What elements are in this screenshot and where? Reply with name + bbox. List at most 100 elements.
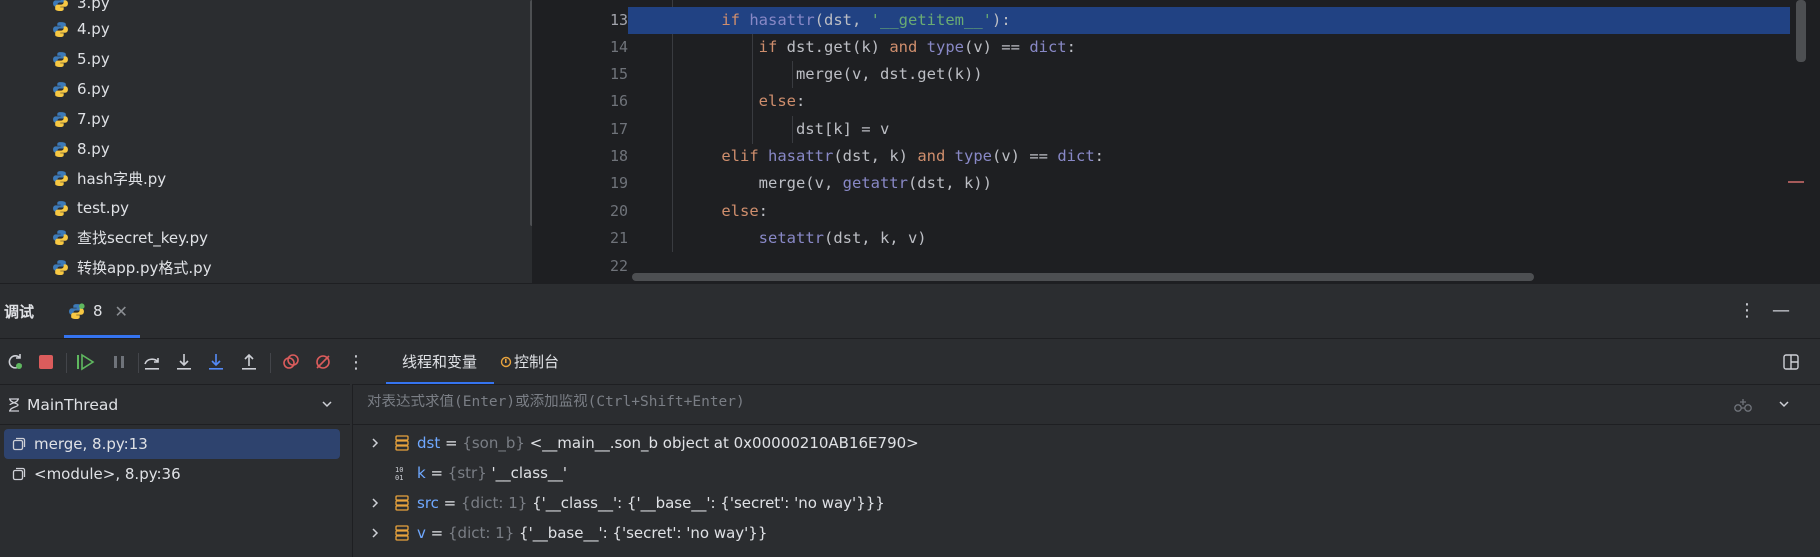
step-out-icon[interactable] [238, 351, 260, 373]
tree-item-8py[interactable]: 8.py [52, 134, 110, 164]
editor-horizontal-scrollbar[interactable] [632, 273, 1534, 281]
evaluate-bar [353, 385, 1820, 425]
mute-breakpoints-icon[interactable] [312, 351, 334, 373]
code-line-21[interactable]: setattr(dst, k, v) [628, 225, 1790, 252]
toolbar-separator [66, 353, 67, 373]
variable-equals: = [440, 434, 463, 452]
thread-selector[interactable]: MainThread [0, 385, 350, 425]
view-breakpoints-icon[interactable] [280, 351, 302, 373]
variable-equals: = [425, 524, 448, 542]
project-tree: 3.py 4.py 5.py 6.py 7.py 8.py hash字典.py [0, 0, 532, 283]
line-number: 20 [609, 202, 628, 220]
error-stripe-marker[interactable] [1788, 181, 1804, 183]
tree-item-4py[interactable]: 4.py [52, 14, 110, 44]
variable-name: v [417, 524, 426, 542]
pause-icon[interactable] [108, 351, 130, 373]
chevron-down-icon[interactable] [1777, 397, 1791, 411]
top-area: 3.py 4.py 5.py 6.py 7.py 8.py hash字典.py [0, 0, 1820, 283]
frame-item[interactable]: <module>, 8.py:36 [4, 459, 340, 489]
tree-item-6py[interactable]: 6.py [52, 74, 110, 104]
python-file-icon [53, 21, 68, 37]
frame-icon [12, 437, 26, 451]
tree-item-label: 7.py [77, 110, 110, 128]
python-file-icon [53, 51, 68, 67]
tree-item-secret-key[interactable]: 查找secret_key.py [52, 222, 208, 252]
debug-session-tab[interactable]: 8 ✕ [68, 294, 128, 328]
tree-item-label: test.py [77, 199, 129, 217]
tree-item-label: 6.py [77, 80, 110, 98]
tree-item-7py[interactable]: 7.py [52, 104, 110, 134]
tree-scrollbar[interactable] [530, 0, 532, 226]
python-file-icon [53, 170, 68, 186]
rerun-icon[interactable] [4, 351, 26, 373]
code-line-17[interactable]: dst[k] = v [628, 116, 1790, 143]
tab-console[interactable]: 控制台 [500, 351, 559, 372]
watch-glasses-icon[interactable] [1733, 397, 1753, 413]
code-line-15[interactable]: merge(v, dst.get(k)) [628, 61, 1790, 88]
code-line-18[interactable]: elif hasattr(dst, k) and type(v) == dict… [628, 143, 1790, 170]
line-number-gutter: 13 14 15 16 17 18 19 20 21 22 [544, 0, 628, 283]
resume-icon[interactable] [75, 351, 97, 373]
line-number: 22 [609, 257, 628, 275]
variable-text: src = {dict: 1} {'__class__': {'__base__… [417, 494, 885, 512]
object-icon [395, 435, 409, 451]
code-editor[interactable]: 13 14 15 16 17 18 19 20 21 22 if hasattr… [544, 0, 1820, 283]
variable-name: dst [417, 434, 441, 452]
code-line-20[interactable]: else: [628, 198, 1790, 225]
variable-type: {str} [447, 464, 487, 482]
python-file-icon [53, 81, 68, 97]
variable-equals: = [425, 464, 448, 482]
variable-type: {dict: 1} [461, 494, 528, 512]
variable-row-src[interactable]: src = {dict: 1} {'__class__': {'__base__… [353, 488, 1813, 518]
evaluate-expression-input[interactable] [367, 394, 1707, 410]
line-number: 13 [609, 11, 628, 29]
code-line-13[interactable]: if hasattr(dst, '__getitem__'): [628, 7, 1790, 34]
python-file-icon [53, 229, 68, 245]
session-tab-label: 8 [93, 302, 103, 320]
variable-text: dst = {son_b} <__main__.son_b object at … [417, 434, 919, 452]
frame-label: <module>, 8.py:36 [34, 465, 181, 483]
tree-item-label: 5.py [77, 50, 110, 68]
svg-text:10: 10 [395, 466, 403, 474]
close-icon[interactable]: ✕ [115, 302, 128, 321]
code-line-16[interactable]: else: [628, 88, 1790, 115]
line-number: 15 [609, 65, 628, 83]
chevron-right-icon[interactable] [369, 436, 381, 450]
editor-vertical-scrollbar[interactable] [1796, 0, 1806, 62]
step-into-my-code-icon[interactable] [205, 351, 227, 373]
line-number: 19 [609, 174, 628, 192]
line-number: 21 [609, 229, 628, 247]
chevron-right-icon[interactable] [369, 496, 381, 510]
code-line-14[interactable]: if dst.get(k) and type(v) == dict: [628, 34, 1790, 61]
python-file-icon [53, 200, 68, 216]
tree-item-label: 3.py [77, 0, 110, 12]
minimize-icon[interactable]: — [1772, 300, 1790, 321]
frame-label: merge, 8.py:13 [34, 435, 148, 453]
tree-item-label: 8.py [77, 140, 110, 158]
tree-item-5py[interactable]: 5.py [52, 44, 110, 74]
stop-icon[interactable] [35, 351, 57, 373]
chevron-right-icon[interactable] [369, 526, 381, 540]
variables-panel: dst = {son_b} <__main__.son_b object at … [352, 384, 1820, 557]
variable-row-v[interactable]: v = {dict: 1} {'__base__': {'secret': 'n… [353, 518, 1813, 548]
tree-item-convert[interactable]: 转换app.py格式.py [52, 252, 212, 282]
more-options-icon[interactable]: ⋮ [1738, 300, 1756, 321]
variable-row-dst[interactable]: dst = {son_b} <__main__.son_b object at … [353, 428, 1813, 458]
tab-threads-variables[interactable]: 线程和变量 [402, 351, 477, 372]
python-file-icon [53, 141, 68, 157]
dict-icon [395, 525, 409, 541]
frame-item[interactable]: merge, 8.py:13 [4, 429, 340, 459]
tree-item-hash[interactable]: hash字典.py [52, 163, 166, 193]
tree-item-test[interactable]: test.py [52, 193, 129, 223]
debug-header: 调试 8 ✕ ⋮ — [0, 284, 1820, 338]
layout-icon[interactable] [1782, 353, 1800, 375]
step-into-icon[interactable] [173, 351, 195, 373]
variable-row-k[interactable]: 10 01 k = {str} '__class__' [353, 458, 1813, 488]
code-area[interactable]: if hasattr(dst, '__getitem__'): if dst.g… [628, 0, 1820, 283]
python-run-icon [69, 302, 85, 319]
step-over-icon[interactable] [141, 351, 163, 373]
code-line-19[interactable]: merge(v, getattr(dst, k)) [628, 170, 1790, 197]
thread-icon [9, 398, 19, 412]
more-actions-icon[interactable]: ⋮ [345, 351, 367, 373]
tree-item-label: 查找secret_key.py [77, 228, 209, 247]
